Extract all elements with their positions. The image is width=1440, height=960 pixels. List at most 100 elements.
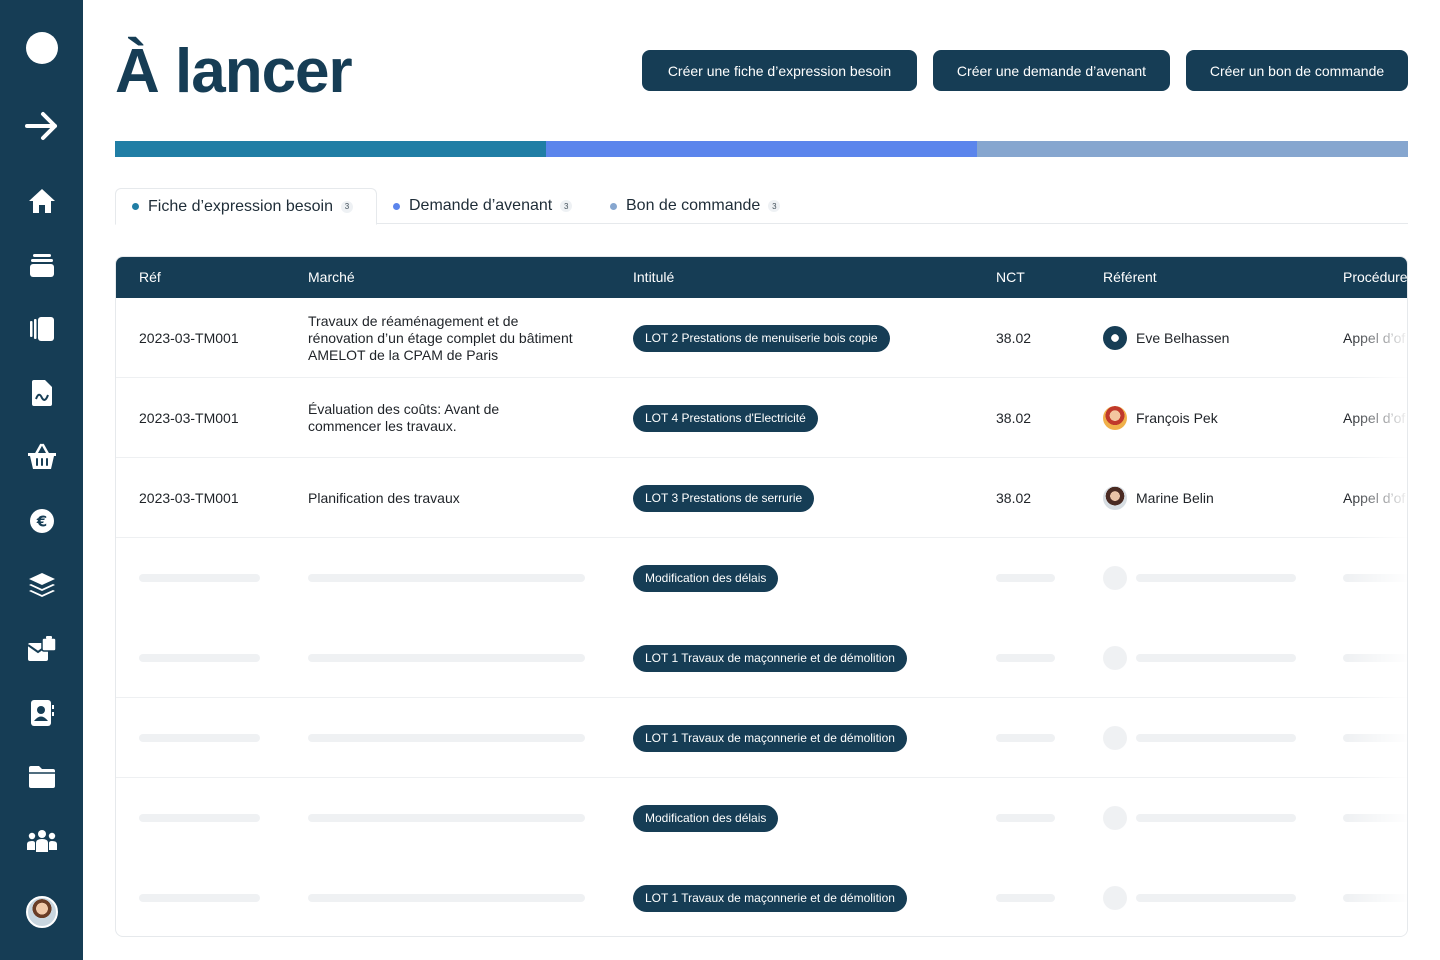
svg-text:€: € — [35, 513, 46, 531]
progress-segment-bon — [976, 141, 1408, 157]
tab-label: Bon de commande — [626, 197, 761, 214]
progress-bar — [115, 141, 1408, 157]
nct-placeholder — [996, 858, 1055, 936]
create-bon-commande-button[interactable]: Créer un bon de commande — [1186, 50, 1408, 91]
cell-referent: Eve Belhassen — [1103, 298, 1229, 378]
sidebar: € — [0, 0, 83, 960]
tab-demande-avenant[interactable]: Demande d’avenant 3 — [393, 188, 573, 224]
column-header-referent[interactable]: Référent — [1103, 257, 1157, 298]
column-header-marche[interactable]: Marché — [308, 257, 355, 298]
cell-intitule: LOT 2 Prestations de menuiserie bois cop… — [633, 298, 890, 378]
table-row[interactable]: 2023-03-TM001 Travaux de réaménagement e… — [116, 298, 1407, 378]
create-demande-avenant-button[interactable]: Créer une demande d’avenant — [933, 50, 1170, 91]
create-expression-besoin-button[interactable]: Créer une fiche d’expression besoin — [642, 50, 917, 91]
table-row-placeholder: LOT 1 Travaux de maçonnerie et de démoli… — [116, 698, 1407, 778]
nct-placeholder — [996, 698, 1055, 778]
cell-intitule: LOT 1 Travaux de maçonnerie et de démoli… — [633, 858, 907, 936]
intitule-pill[interactable]: LOT 1 Travaux de maçonnerie et de démoli… — [633, 724, 907, 752]
referent-name: François Pek — [1136, 410, 1218, 426]
cell-ref: 2023-03-TM001 — [139, 330, 239, 346]
progress-segment-avenant — [545, 141, 977, 157]
intitule-pill[interactable]: LOT 2 Prestations de menuiserie bois cop… — [633, 324, 890, 352]
intitule-pill[interactable]: LOT 1 Travaux de maçonnerie et de démoli… — [633, 644, 907, 672]
arrow-right-icon[interactable] — [0, 102, 83, 150]
marche-placeholder — [308, 858, 585, 936]
column-header-procedure[interactable]: Procédure — [1343, 257, 1407, 298]
cell-nct: 38.02 — [996, 410, 1032, 426]
cell-ref: 2023-03-TM001 — [139, 410, 239, 426]
nct-placeholder — [996, 778, 1055, 858]
intitule-pill[interactable]: Modification des délais — [633, 564, 779, 592]
contacts-icon[interactable] — [0, 689, 83, 737]
cell-procedure: Appel d’of — [1343, 330, 1406, 346]
tab-count-badge: 3 — [341, 200, 353, 213]
table-row-placeholder: Modification des délais — [116, 778, 1407, 858]
intitule-pill[interactable]: LOT 3 Prestations de serrurie — [633, 484, 815, 512]
cell-nct: 38.02 — [996, 490, 1032, 506]
mail-briefcase-icon[interactable] — [0, 625, 83, 673]
procedure-placeholder — [1343, 538, 1407, 618]
intitule-pill[interactable]: LOT 4 Prestations d'Electricité — [633, 404, 818, 432]
referent-placeholder — [1103, 858, 1296, 936]
marche-placeholder — [308, 698, 585, 778]
logo-icon[interactable] — [0, 24, 83, 72]
intitule-pill[interactable]: Modification des délais — [633, 804, 779, 832]
table-row[interactable]: 2023-03-TM001 Évaluation des coûts: Avan… — [116, 378, 1407, 458]
tab-bon-de-commande[interactable]: Bon de commande 3 — [610, 188, 781, 224]
user-avatar[interactable] — [0, 888, 83, 936]
referent-placeholder — [1103, 618, 1296, 698]
cell-procedure: Appel d’of — [1343, 410, 1406, 426]
referent-placeholder — [1103, 778, 1296, 858]
folder-icon[interactable] — [0, 753, 83, 801]
procedure-placeholder — [1343, 698, 1407, 778]
tab-bullet — [132, 203, 139, 210]
marche-placeholder — [308, 618, 585, 698]
cell-ref: 2023-03-TM001 — [139, 490, 239, 506]
home-icon[interactable] — [0, 177, 83, 225]
cell-intitule: Modification des délais — [633, 538, 779, 618]
cell-marche: Planification des travaux — [308, 489, 460, 506]
cell-referent: François Pek — [1103, 378, 1218, 458]
users-icon[interactable] — [0, 817, 83, 865]
tab-bullet — [610, 202, 617, 210]
tab-fiche-expression-besoin[interactable]: Fiche d’expression besoin 3 — [115, 188, 377, 225]
cell-procedure: Appel d’of — [1343, 490, 1406, 506]
progress-segment-fiche — [115, 141, 546, 157]
nct-placeholder — [996, 618, 1055, 698]
cell-referent: Marine Belin — [1103, 458, 1214, 538]
table-row[interactable]: 2023-03-TM001 Planification des travaux … — [116, 458, 1407, 538]
tab-bullet — [393, 202, 400, 210]
nct-placeholder — [996, 538, 1055, 618]
cell-intitule: LOT 4 Prestations d'Electricité — [633, 378, 818, 458]
column-header-nct[interactable]: NCT — [996, 257, 1025, 298]
referent-avatar — [1103, 326, 1127, 350]
book-icon[interactable] — [0, 305, 83, 353]
basket-icon[interactable] — [0, 433, 83, 481]
page-title: À lancer — [115, 37, 353, 106]
intitule-pill[interactable]: LOT 1 Travaux de maçonnerie et de démoli… — [633, 884, 907, 912]
cell-intitule: LOT 3 Prestations de serrurie — [633, 458, 815, 538]
tab-count-badge: 3 — [560, 200, 573, 212]
table-row-placeholder: Modification des délais — [116, 538, 1407, 618]
cell-marche: Évaluation des coûts: Avant de commencer… — [308, 401, 500, 434]
layers-icon[interactable] — [0, 561, 83, 609]
referent-name: Eve Belhassen — [1136, 330, 1230, 346]
marche-placeholder — [308, 538, 585, 618]
referent-avatar — [1103, 406, 1127, 430]
column-header-ref[interactable]: Réf — [139, 257, 161, 298]
table-row-placeholder: LOT 1 Travaux de maçonnerie et de démoli… — [116, 618, 1407, 698]
referent-placeholder — [1103, 538, 1296, 618]
tabs: Fiche d’expression besoin 3 Demande d’av… — [115, 188, 1408, 225]
ref-placeholder — [139, 698, 260, 778]
euro-icon[interactable]: € — [0, 497, 83, 545]
procedure-placeholder — [1343, 618, 1407, 698]
document-icon[interactable] — [0, 369, 83, 417]
archive-icon[interactable] — [0, 241, 83, 289]
cell-intitule: LOT 1 Travaux de maçonnerie et de démoli… — [633, 618, 907, 698]
tab-count-badge: 3 — [768, 200, 781, 212]
ref-placeholder — [139, 858, 260, 936]
table-row-placeholder: LOT 1 Travaux de maçonnerie et de démoli… — [116, 858, 1407, 936]
ref-placeholder — [139, 538, 260, 618]
referent-avatar — [1103, 486, 1127, 510]
column-header-intitule[interactable]: Intitulé — [633, 257, 674, 298]
